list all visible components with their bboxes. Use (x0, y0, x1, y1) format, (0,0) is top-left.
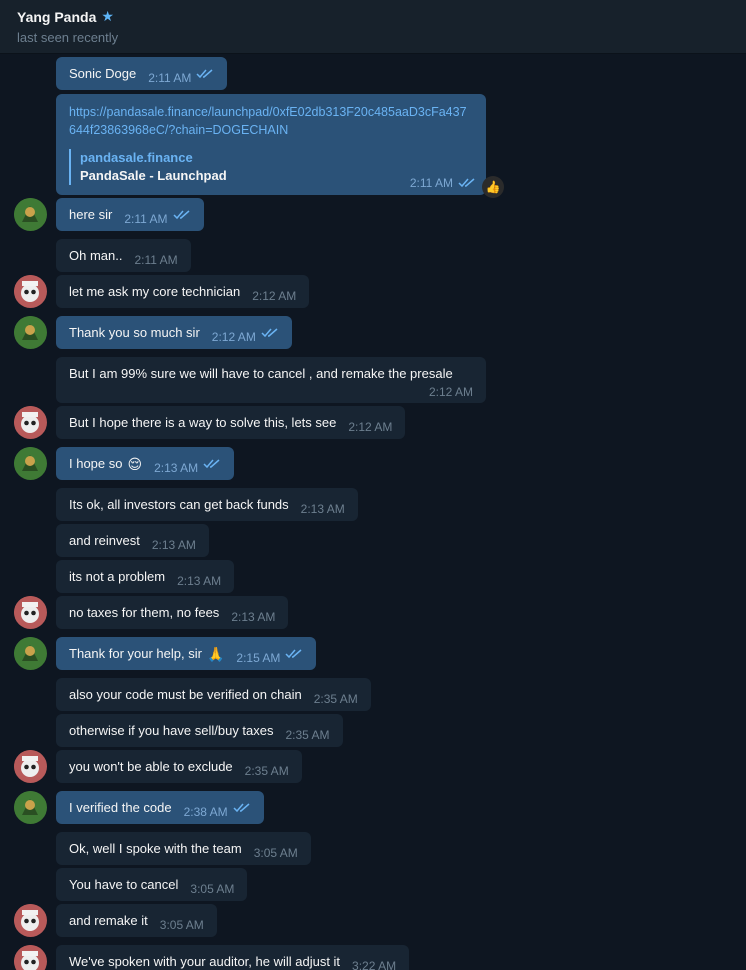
message-text: you won't be able to exclude (69, 758, 233, 774)
message-bubble[interactable]: But I am 99% sure we will have to cancel… (56, 357, 486, 403)
double-check-icon (203, 458, 220, 468)
message-bubble[interactable]: no taxes for them, no fees 2:13 AM (56, 596, 289, 629)
message-bubble[interactable]: We've spoken with your auditor, he will … (56, 945, 410, 970)
emoji-relieved: 😌 (127, 455, 143, 472)
message-time: 2:12 AM (252, 288, 297, 303)
message-text: let me ask my core technician (69, 283, 241, 299)
message-text: But I am 99% sure we will have to cancel… (69, 366, 453, 381)
message-bubble[interactable]: I hope so 😌 2:13 AM (56, 447, 235, 480)
message-time: 2:12 AM (211, 329, 256, 344)
message-time: 2:12 AM (428, 385, 473, 399)
message-link[interactable]: https://pandasale.finance/launchpad/0xfE… (69, 103, 473, 139)
avatar[interactable] (14, 637, 47, 670)
message-bubble[interactable]: Sonic Doge 2:11 AM (56, 57, 228, 90)
link-message-bubble[interactable]: https://pandasale.finance/launchpad/0xfE… (56, 94, 486, 195)
message-time: 2:35 AM (313, 691, 358, 706)
message-bubble[interactable]: you won't be able to exclude 2:35 AM (56, 750, 302, 783)
avatar[interactable] (14, 596, 47, 629)
message-text: no taxes for them, no fees (69, 604, 220, 620)
star-icon: ★ (101, 8, 114, 24)
avatar[interactable] (14, 406, 47, 439)
chat-header[interactable]: Yang Panda ★ last seen recently (0, 0, 746, 54)
message-bubble[interactable]: Thank for your help, sir 🙏 2:15 AM (56, 637, 317, 670)
message-bubble[interactable]: I verified the code 2:38 AM (56, 791, 264, 824)
message-time: 2:38 AM (183, 804, 228, 819)
message-text: and remake it (69, 912, 148, 928)
avatar[interactable] (14, 945, 47, 970)
message-text: We've spoken with your auditor, he will … (69, 953, 341, 969)
message-time: 3:05 AM (159, 917, 204, 932)
message-time: 2:13 AM (151, 537, 196, 552)
message-time: 2:11 AM (148, 70, 192, 85)
double-check-icon (261, 327, 278, 337)
message-time: 2:13 AM (231, 609, 276, 624)
message-text: Sonic Doge (69, 65, 137, 81)
message-text: I hope so (69, 455, 123, 471)
message-time: 2:12 AM (348, 419, 393, 434)
preview-site-name: pandasale.finance (80, 150, 193, 165)
message-bubble[interactable]: otherwise if you have sell/buy taxes 2:3… (56, 714, 343, 747)
message-time: 2:11 AM (134, 252, 178, 267)
message-bubble[interactable]: here sir 2:11 AM (56, 198, 204, 231)
message-bubble[interactable]: Thank you so much sir 2:12 AM (56, 316, 292, 349)
message-time: 2:15 AM (236, 650, 281, 665)
reaction-badge[interactable]: 👍 (482, 176, 504, 198)
avatar[interactable] (14, 904, 47, 937)
message-bubble[interactable]: Its ok, all investors can get back funds… (56, 488, 358, 521)
message-bubble[interactable]: its not a problem 2:13 AM (56, 560, 235, 593)
contact-name: Yang Panda (17, 8, 97, 25)
message-text: Oh man.. (69, 247, 123, 263)
double-check-icon (196, 68, 213, 78)
double-check-icon (458, 178, 475, 188)
emoji-pray: 🙏 (206, 645, 225, 662)
double-check-icon (172, 209, 189, 219)
message-text: I verified the code (69, 799, 172, 815)
message-bubble[interactable]: also your code must be verified on chain… (56, 678, 371, 711)
message-text: Thank you so much sir (69, 324, 200, 340)
message-time: 2:13 AM (177, 573, 222, 588)
message-time-row: 2:11 AM (410, 176, 476, 190)
avatar[interactable] (14, 316, 47, 349)
message-time: 2:11 AM (409, 176, 453, 190)
message-time: 2:11 AM (124, 211, 168, 226)
message-time: 2:35 AM (244, 763, 289, 778)
message-text: You have to cancel (69, 876, 179, 892)
message-bubble[interactable]: and remake it 3:05 AM (56, 904, 217, 937)
avatar[interactable] (14, 750, 47, 783)
contact-status: last seen recently (17, 30, 119, 45)
avatar[interactable] (14, 198, 47, 231)
message-bubble[interactable]: But I hope there is a way to solve this,… (56, 406, 406, 439)
avatar[interactable] (14, 447, 47, 480)
message-bubble[interactable]: Ok, well I spoke with the team 3:05 AM (56, 832, 311, 865)
message-bubble[interactable]: Oh man.. 2:11 AM (56, 239, 191, 272)
message-bubble[interactable]: and reinvest 2:13 AM (56, 524, 209, 557)
message-bubble[interactable]: let me ask my core technician 2:12 AM (56, 275, 310, 308)
message-time: 2:35 AM (285, 727, 330, 742)
message-text: its not a problem (69, 568, 166, 584)
message-time: 3:22 AM (352, 958, 397, 970)
message-text: But I hope there is a way to solve this,… (69, 414, 337, 430)
message-text: otherwise if you have sell/buy taxes (69, 722, 274, 738)
contact-name-row: Yang Panda ★ (17, 8, 729, 25)
message-text: Thank for your help, sir (69, 645, 202, 661)
message-text: Ok, well I spoke with the team (69, 840, 242, 856)
message-time: 2:13 AM (300, 501, 345, 516)
avatar[interactable] (14, 791, 47, 824)
double-check-icon (233, 802, 250, 812)
message-time: 2:13 AM (154, 460, 199, 475)
double-check-icon (285, 648, 302, 658)
message-text: and reinvest (69, 532, 140, 548)
message-text: Its ok, all investors can get back funds (69, 496, 289, 512)
message-bubble[interactable]: You have to cancel 3:05 AM (56, 868, 248, 901)
avatar[interactable] (14, 275, 47, 308)
message-time: 3:05 AM (190, 881, 235, 896)
message-list[interactable]: Sonic Doge 2:11 AM https://pandasale.fin… (0, 55, 746, 970)
message-text: also your code must be verified on chain (69, 686, 302, 702)
message-text: here sir (69, 206, 113, 222)
message-time: 3:05 AM (253, 845, 298, 860)
